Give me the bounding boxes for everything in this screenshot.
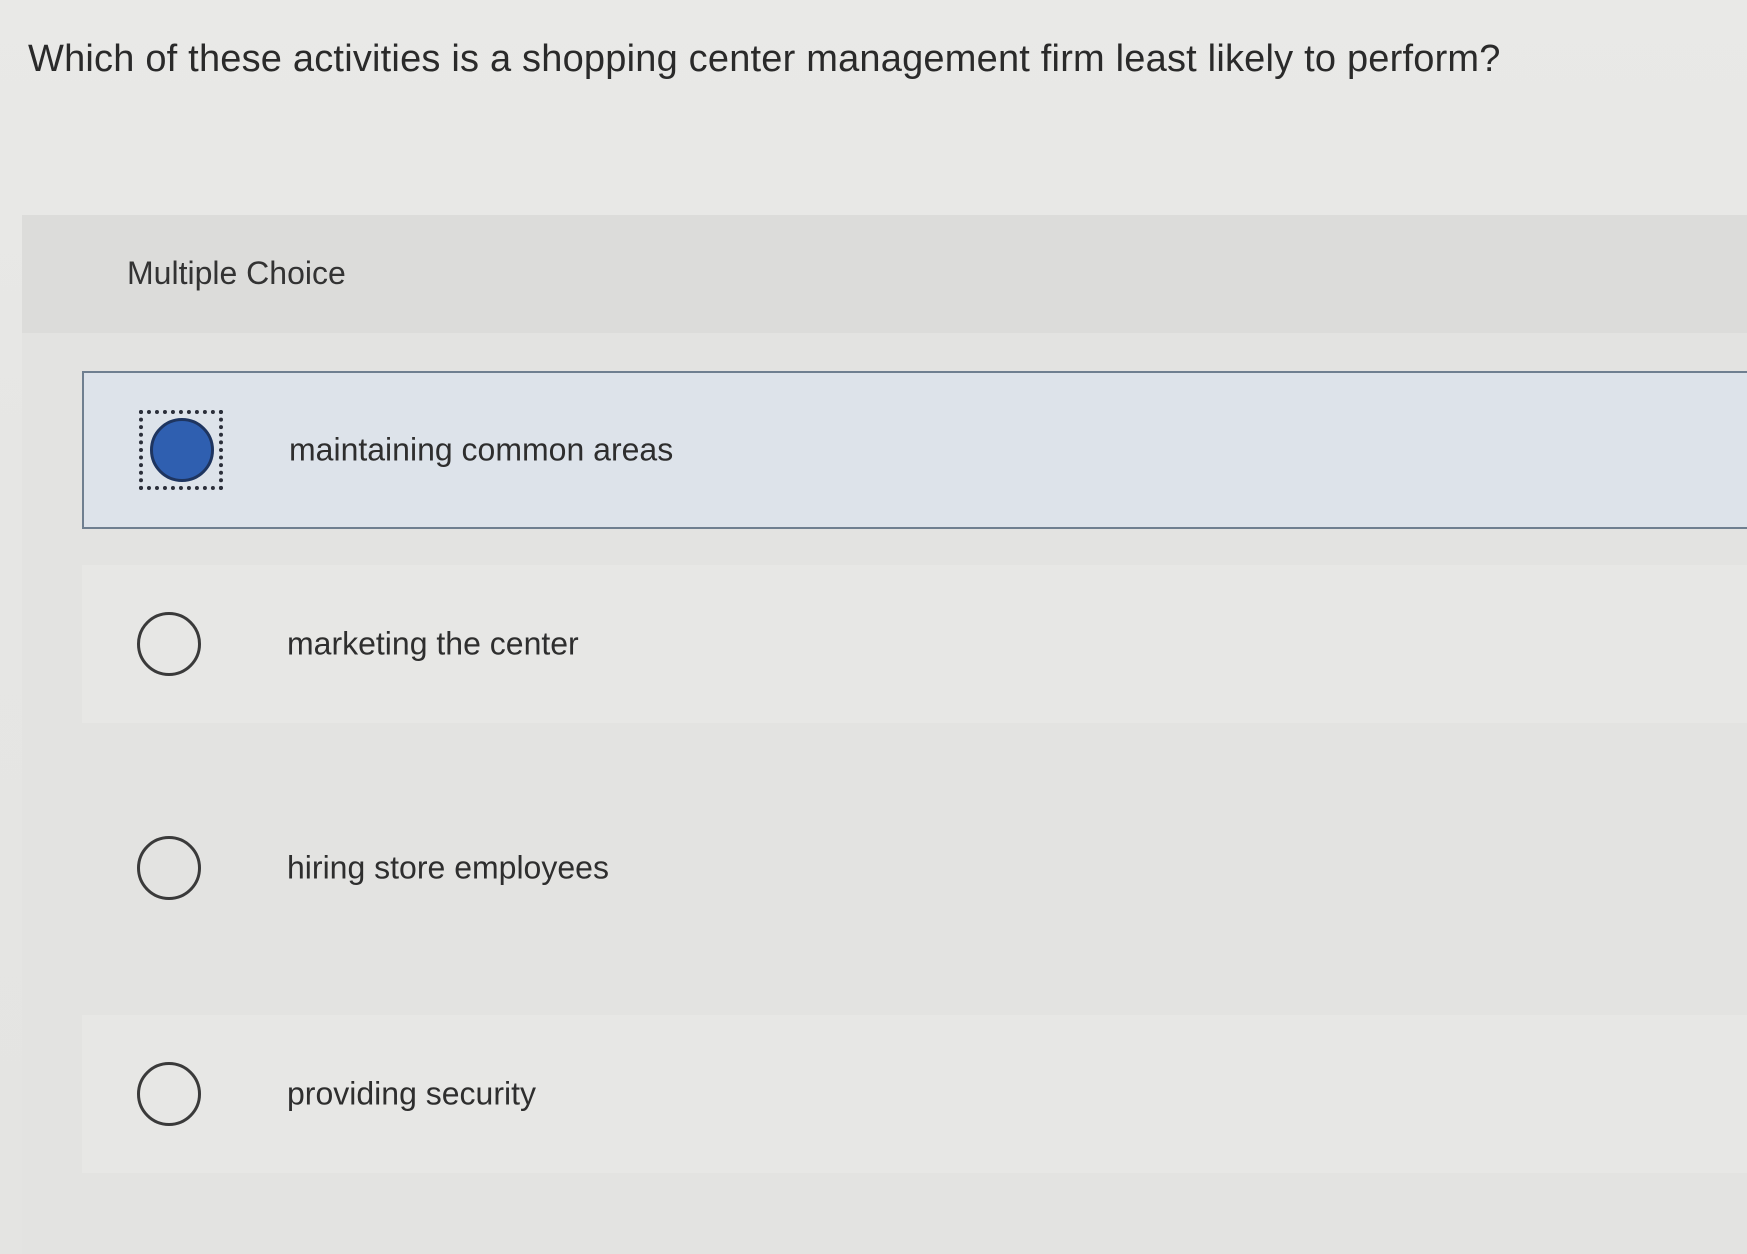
section-label: Multiple Choice xyxy=(127,255,346,291)
radio-unselected-icon[interactable] xyxy=(137,1062,201,1126)
option-label: hiring store employees xyxy=(287,849,609,886)
option-maintaining-common-areas[interactable]: maintaining common areas xyxy=(82,371,1747,529)
radio-unselected-icon[interactable] xyxy=(137,612,201,676)
option-marketing-the-center[interactable]: marketing the center xyxy=(82,565,1747,723)
option-providing-security[interactable]: providing security xyxy=(82,1015,1747,1173)
option-label: marketing the center xyxy=(287,625,579,662)
radio-selected-icon xyxy=(150,418,214,482)
radio-focus-ring[interactable] xyxy=(139,410,223,490)
option-hiring-store-employees[interactable]: hiring store employees xyxy=(82,789,1747,947)
multiple-choice-header: Multiple Choice xyxy=(22,215,1747,333)
radio-unselected-icon[interactable] xyxy=(137,836,201,900)
option-label: maintaining common areas xyxy=(289,431,674,468)
multiple-choice-panel: Multiple Choice maintaining common areas… xyxy=(22,215,1747,1254)
question-text: Which of these activities is a shopping … xyxy=(28,38,1501,80)
options-list: maintaining common areas marketing the c… xyxy=(22,333,1747,1254)
option-label: providing security xyxy=(287,1075,536,1112)
